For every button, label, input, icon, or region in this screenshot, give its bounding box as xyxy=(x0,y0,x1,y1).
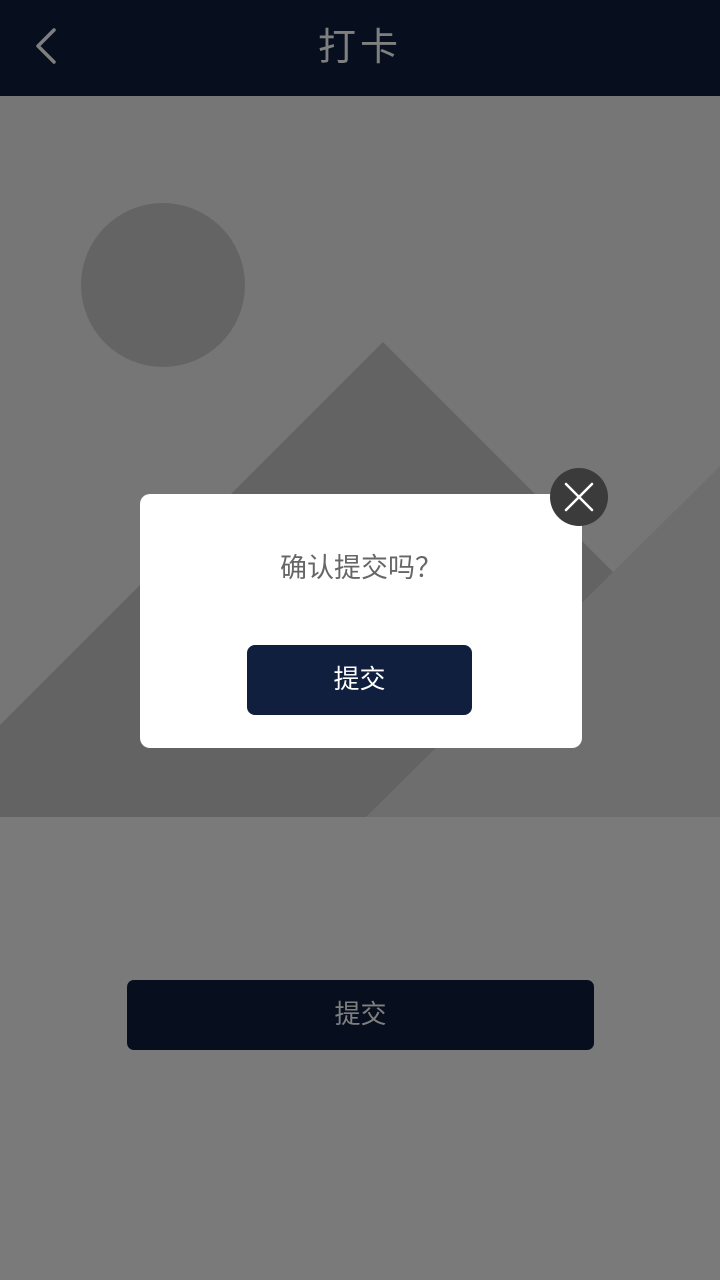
dialog-submit-button[interactable]: 提交 xyxy=(247,645,472,715)
dialog-message: 确认提交吗？ xyxy=(280,553,442,584)
confirm-dialog: 确认提交吗？ 提交 xyxy=(140,494,582,748)
close-icon xyxy=(564,482,594,512)
dialog-close-button[interactable] xyxy=(550,468,608,526)
